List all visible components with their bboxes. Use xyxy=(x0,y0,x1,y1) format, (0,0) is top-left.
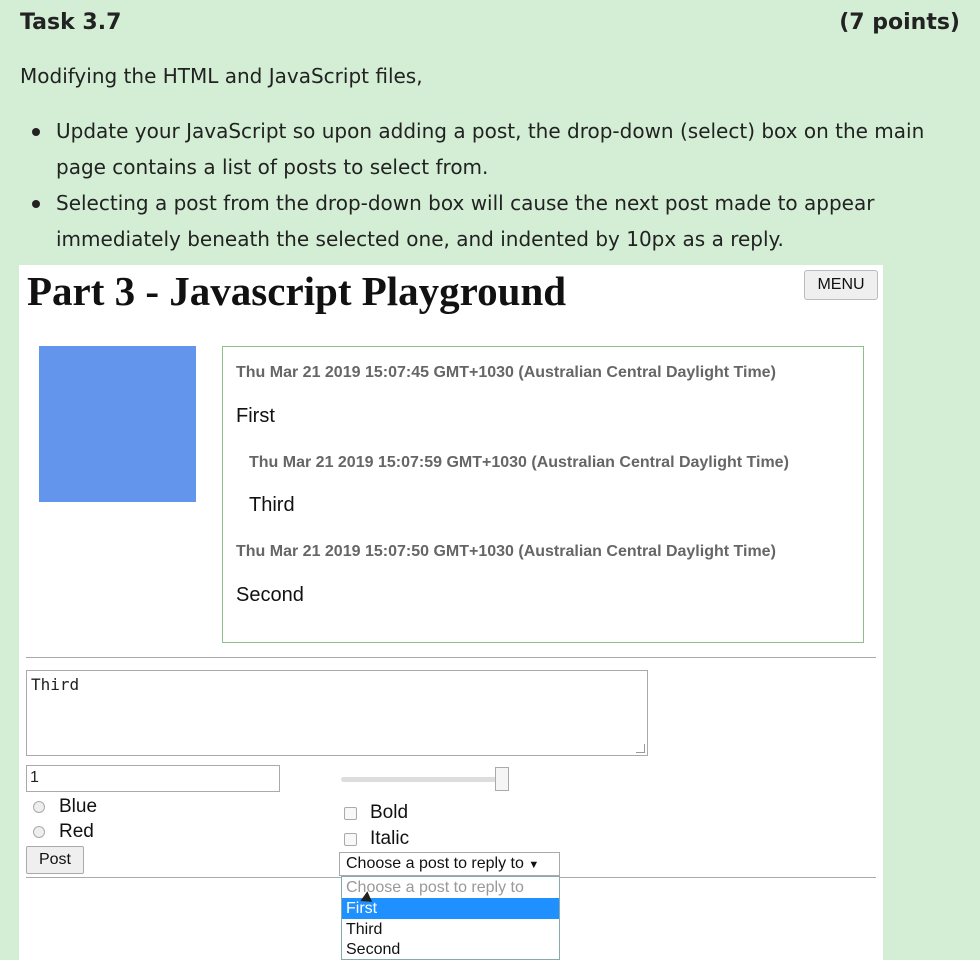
chevron-down-icon: ▼ xyxy=(528,859,540,871)
bullet-line: Selecting a post from the drop-down box … xyxy=(56,191,875,215)
reply-select[interactable]: Choose a post to reply to ▼ xyxy=(339,852,560,876)
intro-text: Modifying the HTML and JavaScript files, xyxy=(20,64,423,88)
checkbox-box-icon[interactable] xyxy=(344,807,357,820)
select-value: Choose a post to reply to xyxy=(346,855,524,872)
reply-timestamp: Thu Mar 21 2019 15:07:59 GMT+1030 (Austr… xyxy=(249,454,789,471)
bullet-list: Update your JavaScript so upon adding a … xyxy=(32,113,956,257)
range-slider[interactable] xyxy=(341,777,503,782)
post-button[interactable]: Post xyxy=(26,846,84,874)
post-text: Second xyxy=(236,584,304,606)
bullet-dot xyxy=(32,200,40,208)
number-input[interactable]: 1 xyxy=(26,765,280,792)
checkbox-label: Italic xyxy=(370,828,410,849)
radio-circle-icon[interactable] xyxy=(33,801,45,813)
select-option[interactable]: Second xyxy=(342,939,559,960)
task-header: Task 3.7 (7 points) xyxy=(20,6,960,40)
task-title: Task 3.7 xyxy=(20,10,122,35)
select-option[interactable]: First xyxy=(342,898,559,919)
bullet-item: Update your JavaScript so upon adding a … xyxy=(32,113,956,185)
reply-text: Third xyxy=(249,494,295,516)
bullet-line: immediately beneath the selected one, an… xyxy=(56,227,784,251)
bullet-line: Update your JavaScript so upon adding a … xyxy=(56,119,925,143)
task-points: (7 points) xyxy=(839,10,960,35)
slider-thumb[interactable] xyxy=(495,767,509,791)
post-timestamp: Thu Mar 21 2019 15:07:45 GMT+1030 (Austr… xyxy=(236,364,776,381)
radio-label: Blue xyxy=(59,796,98,817)
select-option[interactable]: Third xyxy=(342,919,559,940)
post-textarea[interactable]: Third xyxy=(26,670,648,756)
bullet-item: Selecting a post from the drop-down box … xyxy=(32,185,956,257)
resize-grip-icon[interactable] xyxy=(636,744,645,753)
divider xyxy=(26,657,876,658)
post-text: First xyxy=(236,405,275,427)
select-dropdown-list: Choose a post to reply to First Third Se… xyxy=(341,876,560,960)
radio-label: Red xyxy=(59,821,94,842)
radio-circle-icon[interactable] xyxy=(33,826,45,838)
app-screenshot: Part 3 - Javascript Playground MENU Thu … xyxy=(19,265,883,960)
blue-square xyxy=(39,346,196,502)
checkbox-box-icon[interactable] xyxy=(344,833,357,846)
menu-button[interactable]: MENU xyxy=(804,270,878,300)
checkbox-label: Bold xyxy=(370,802,409,823)
bullet-line: page contains a list of posts to select … xyxy=(56,155,489,179)
posts-container: Thu Mar 21 2019 15:07:45 GMT+1030 (Austr… xyxy=(222,346,864,643)
app-heading: Part 3 - Javascript Playground xyxy=(27,268,567,314)
bullet-dot xyxy=(32,128,40,136)
select-option: Choose a post to reply to xyxy=(346,879,524,896)
post-timestamp: Thu Mar 21 2019 15:07:50 GMT+1030 (Austr… xyxy=(236,543,776,560)
textarea-value: Third xyxy=(31,675,80,694)
